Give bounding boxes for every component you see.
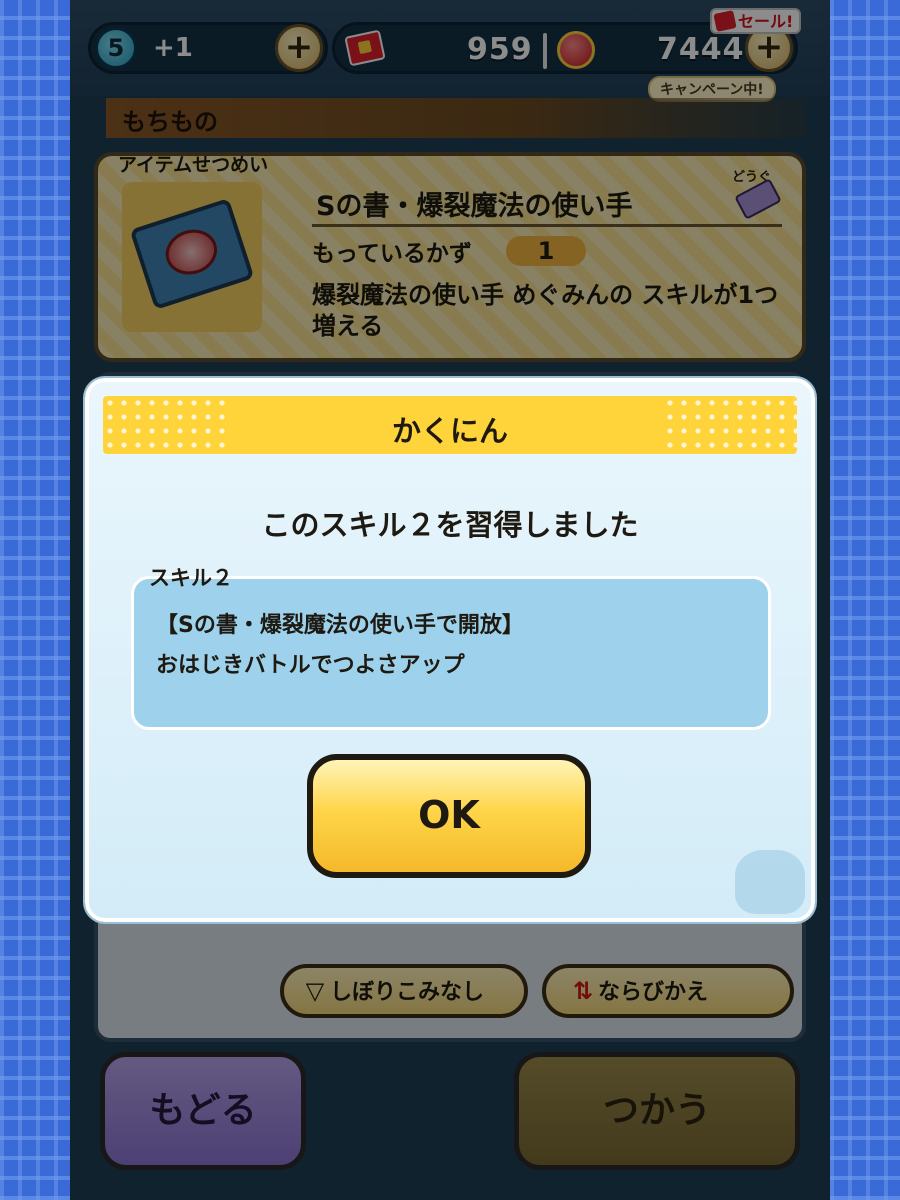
left-border-pattern	[0, 0, 70, 1200]
ok-button[interactable]: OK	[307, 754, 591, 878]
skill-label: スキル２	[149, 566, 233, 590]
dialog-message: このスキル２を習得しました	[261, 508, 639, 542]
game-screen: 5 +1 + 959 7444 + セール! キャンペーン中! もちもの アイテ…	[70, 0, 830, 1200]
ghost-watermark-icon	[735, 850, 805, 914]
confirm-dialog: かくにん このスキル２を習得しました スキル２ 【Sの書・爆裂魔法の使い手で開放…	[85, 378, 815, 922]
dialog-title-bar: かくにん	[103, 396, 797, 454]
right-border-pattern	[830, 0, 900, 1200]
dialog-title: かくにん	[391, 414, 508, 448]
skill-effect: おはじきバトルでつよさアップ	[156, 653, 465, 678]
skill-description-box: 【Sの書・爆裂魔法の使い手で開放】 おはじきバトルでつよさアップ	[131, 576, 771, 730]
skill-unlock-condition: 【Sの書・爆裂魔法の使い手で開放】	[156, 613, 524, 638]
